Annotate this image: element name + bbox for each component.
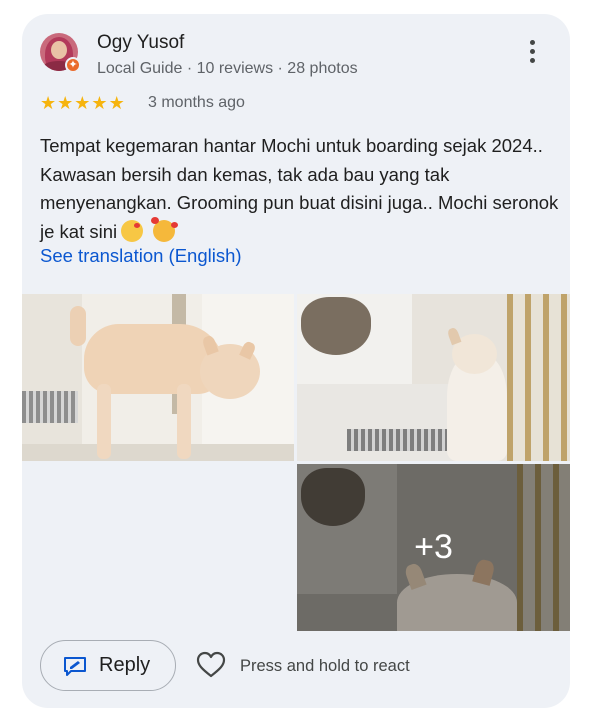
star-icon: ★ [91,93,108,113]
heart-icon[interactable] [196,651,226,679]
local-guide-badge-icon: ✦ [65,57,81,73]
review-text: Tempat kegemaran hantar Mochi untuk boar… [40,135,559,242]
reply-icon [64,656,86,676]
react-hint: Press and hold to react [240,657,410,675]
more-photos-count[interactable]: +3 [297,464,570,631]
star-icon: ★ [40,93,57,113]
star-icon: ★ [57,93,74,113]
author-name[interactable]: Ogy Yusof [97,32,184,54]
review-photo-2[interactable] [297,294,570,461]
star-icon: ★ [74,93,91,113]
review-card: ✦ Ogy Yusof Local Guide · 10 reviews · 2… [22,14,570,708]
star-icon: ★ [108,93,125,113]
reply-button[interactable]: Reply [40,640,176,691]
review-photo-1[interactable] [22,294,294,461]
review-text-block: Tempat kegemaran hantar Mochi untuk boar… [40,132,560,246]
reply-label: Reply [99,654,151,676]
see-translation-link[interactable]: See translation (English) [40,245,242,267]
smiling-hearts-emoji-icon [151,216,179,242]
author-meta: Local Guide · 10 reviews · 28 photos [97,60,358,77]
review-time: 3 months ago [148,94,245,111]
kiss-emoji-icon [121,219,144,242]
more-vert-icon[interactable] [527,40,537,70]
review-photo-3[interactable]: +3 [297,464,570,631]
star-rating: ★ ★ ★ ★ ★ [40,93,125,113]
